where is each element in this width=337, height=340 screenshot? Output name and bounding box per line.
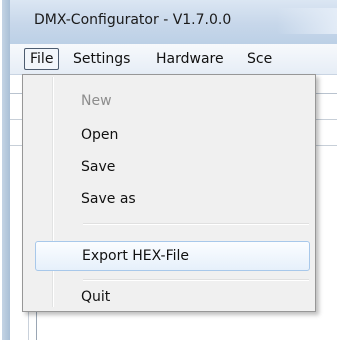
file-menu-dropdown: New Open Save Save as Export HEX-File Qu… xyxy=(22,74,316,312)
menu-scenes-truncated[interactable]: Sce xyxy=(241,49,278,69)
menu-item-open[interactable]: Open xyxy=(25,123,311,147)
menu-hardware[interactable]: Hardware xyxy=(150,49,230,69)
menu-separator xyxy=(83,279,309,281)
menu-item-save-label: Save xyxy=(81,159,116,175)
menu-item-save-as[interactable]: Save as xyxy=(25,187,311,211)
menu-file[interactable]: File xyxy=(24,48,60,70)
menu-item-new[interactable]: New xyxy=(25,89,311,113)
menu-item-export-hex-file-label: Export HEX-File xyxy=(82,248,190,264)
menu-item-new-label: New xyxy=(81,93,112,109)
menu-item-quit-label: Quit xyxy=(81,289,111,305)
window-title: DMX-Configurator - V1.7.0.0 xyxy=(34,12,232,28)
menu-settings[interactable]: Settings xyxy=(67,49,136,69)
title-bar[interactable]: DMX-Configurator - V1.7.0.0 xyxy=(10,0,337,44)
menu-item-quit[interactable]: Quit xyxy=(25,285,311,309)
menu-item-save[interactable]: Save xyxy=(25,155,311,179)
menu-item-export-hex-file[interactable]: Export HEX-File xyxy=(35,241,310,271)
menu-separator xyxy=(83,223,309,225)
menu-bar: File Settings Hardware Sce xyxy=(10,44,337,75)
menu-item-save-as-label: Save as xyxy=(81,191,136,207)
menu-item-open-label: Open xyxy=(81,127,119,143)
title-bar-glow xyxy=(277,8,337,34)
